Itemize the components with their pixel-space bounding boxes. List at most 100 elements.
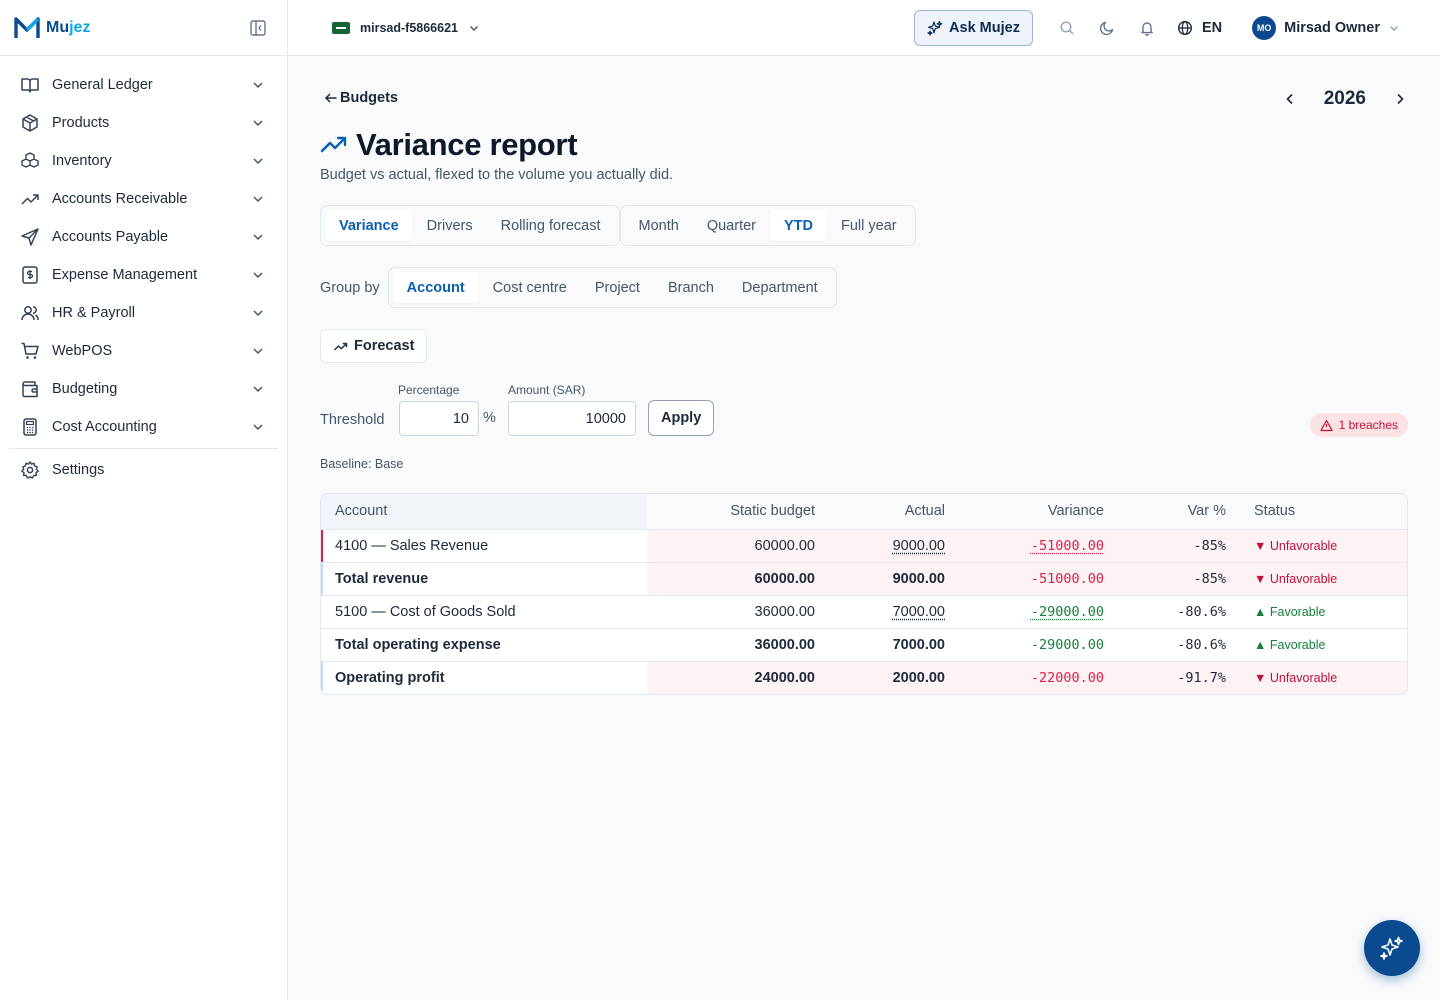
status-label: Favorable: [1269, 604, 1326, 619]
cell-actual: 2000.00: [829, 661, 959, 694]
user-menu[interactable]: MO Mirsad Owner: [1252, 15, 1400, 40]
sidebar-nav: General Ledger Products Inventory Accoun…: [0, 56, 287, 489]
page-title: Variance report: [356, 127, 578, 162]
sidebar-item-products[interactable]: Products: [0, 104, 287, 142]
tab-ytd[interactable]: YTD: [770, 210, 828, 241]
column-header-status[interactable]: Status: [1240, 494, 1407, 529]
cell-var-pct: -85%: [1118, 562, 1240, 595]
actual-drilldown-link[interactable]: 7000.00: [893, 604, 945, 620]
tab-quarter[interactable]: Quarter: [693, 210, 770, 241]
cell-account: Total operating expense: [321, 628, 647, 661]
column-header-actual[interactable]: Actual: [829, 494, 959, 529]
sidebar-item-label: Accounts Payable: [52, 229, 169, 245]
triangle-up-icon: ▲: [1254, 637, 1267, 652]
column-header-variance[interactable]: Variance: [959, 494, 1118, 529]
sidebar-item-label: Products: [52, 115, 110, 131]
main-content: Budgets 2026 Variance report Budget vs a…: [288, 57, 1440, 1000]
percentage-input[interactable]: [399, 401, 479, 436]
triangle-down-icon: ▼: [1254, 538, 1267, 553]
chevron-down-icon: [253, 348, 263, 355]
app-name: Mujez: [46, 18, 91, 36]
tab-group-account[interactable]: Account: [392, 272, 479, 303]
cell-actual[interactable]: 7000.00: [829, 595, 959, 628]
sidebar-item-label: Accounts Receivable: [52, 191, 188, 207]
sidebar-collapse-icon[interactable]: [249, 19, 267, 37]
back-label: Budgets: [340, 90, 398, 106]
cell-actual[interactable]: 9000.00: [829, 529, 959, 562]
variance-drilldown-link[interactable]: -51000.00: [1031, 538, 1104, 554]
cell-var-pct: -85%: [1118, 529, 1240, 562]
table-row[interactable]: 4100 — Sales Revenue 60000.00 9000.00 -5…: [321, 529, 1407, 562]
sidebar-item-settings[interactable]: Settings: [0, 451, 287, 489]
actual-drilldown-link[interactable]: 9000.00: [893, 538, 945, 554]
year-selector: 2026: [1282, 88, 1408, 110]
sidebar-item-expense-management[interactable]: Expense Management: [0, 256, 287, 294]
sidebar-item-label: HR & Payroll: [52, 305, 135, 321]
sidebar-item-general-ledger[interactable]: General Ledger: [0, 66, 287, 104]
cell-static-budget: 36000.00: [647, 628, 829, 661]
threshold-label: Threshold: [320, 412, 385, 428]
tab-group-department[interactable]: Department: [728, 272, 832, 303]
tab-variance[interactable]: Variance: [325, 210, 413, 241]
breaches-badge[interactable]: 1 breaches: [1309, 413, 1408, 437]
table-row[interactable]: Total revenue 60000.00 9000.00 -51000.00…: [321, 562, 1407, 595]
cell-variance: -22000.00: [959, 661, 1118, 694]
sidebar-item-inventory[interactable]: Inventory: [0, 142, 287, 180]
ai-assistant-fab-button[interactable]: [1364, 920, 1420, 976]
tab-rolling-forecast[interactable]: Rolling forecast: [487, 210, 615, 241]
sidebar-item-webpos[interactable]: WebPOS: [0, 332, 287, 370]
amount-input[interactable]: [508, 401, 636, 436]
cell-variance[interactable]: -29000.00: [959, 595, 1118, 628]
tab-group-cost-centre[interactable]: Cost centre: [479, 272, 581, 303]
forecast-button[interactable]: Forecast: [320, 329, 428, 363]
page-title-row: Variance report: [320, 127, 578, 163]
sidebar-item-label: Expense Management: [52, 267, 198, 283]
tab-group-project[interactable]: Project: [581, 272, 654, 303]
sparkles-icon: [1380, 936, 1403, 960]
moon-icon[interactable]: [1099, 20, 1115, 36]
tab-drivers[interactable]: Drivers: [413, 210, 487, 241]
chevron-down-icon: [253, 234, 263, 241]
column-header-static-budget[interactable]: Static budget: [647, 494, 829, 529]
sidebar-item-cost-accounting[interactable]: Cost Accounting: [0, 408, 287, 446]
trend-up-icon: [21, 194, 39, 205]
book-open-icon: [21, 78, 39, 93]
search-icon[interactable]: [1059, 20, 1075, 36]
language-switcher[interactable]: EN: [1177, 20, 1222, 36]
table-row[interactable]: Operating profit 24000.00 2000.00 -22000…: [321, 661, 1407, 694]
column-header-var-pct[interactable]: Var %: [1118, 494, 1240, 529]
arrow-left-icon: [324, 93, 337, 103]
sidebar-item-label: Cost Accounting: [52, 419, 157, 435]
cell-variance[interactable]: -51000.00: [959, 529, 1118, 562]
table-row[interactable]: 5100 — Cost of Goods Sold 36000.00 7000.…: [321, 595, 1407, 628]
variance-drilldown-link[interactable]: -29000.00: [1031, 604, 1104, 620]
chevron-right-icon[interactable]: [1392, 91, 1408, 107]
sparkles-icon: [927, 20, 943, 36]
sidebar-item-hr-payroll[interactable]: HR & Payroll: [0, 294, 287, 332]
sidebar-item-accounts-receivable[interactable]: Accounts Receivable: [0, 180, 287, 218]
ask-mujez-button[interactable]: Ask Mujez: [914, 9, 1033, 46]
chevron-down-icon: [469, 25, 478, 31]
back-to-budgets-link[interactable]: Budgets: [324, 90, 398, 106]
sidebar-item-budgeting[interactable]: Budgeting: [0, 370, 287, 408]
table-row[interactable]: Total operating expense 36000.00 7000.00…: [321, 628, 1407, 661]
view-and-period-tabs: Variance Drivers Rolling forecast Month …: [320, 205, 916, 246]
column-header-account[interactable]: Account: [321, 494, 647, 529]
cell-variance: -51000.00: [959, 562, 1118, 595]
status-label: Unfavorable: [1269, 571, 1338, 586]
tenant-switcher[interactable]: mirsad-f5866621: [328, 13, 490, 43]
tab-full-year[interactable]: Full year: [827, 210, 911, 241]
apply-button[interactable]: Apply: [648, 400, 715, 436]
chevron-left-icon[interactable]: [1282, 91, 1298, 107]
mujez-logo-icon: [14, 16, 40, 38]
triangle-down-icon: ▼: [1254, 571, 1267, 586]
group-by-row: Group by Account Cost centre Project Bra…: [320, 267, 837, 308]
sidebar-item-label: WebPOS: [52, 343, 113, 359]
bell-icon[interactable]: [1139, 20, 1155, 36]
cell-static-budget: 24000.00: [647, 661, 829, 694]
users-icon: [21, 306, 39, 321]
tab-month[interactable]: Month: [625, 210, 693, 241]
gear-icon: [21, 461, 39, 479]
sidebar-item-accounts-payable[interactable]: Accounts Payable: [0, 218, 287, 256]
tab-group-branch[interactable]: Branch: [654, 272, 728, 303]
